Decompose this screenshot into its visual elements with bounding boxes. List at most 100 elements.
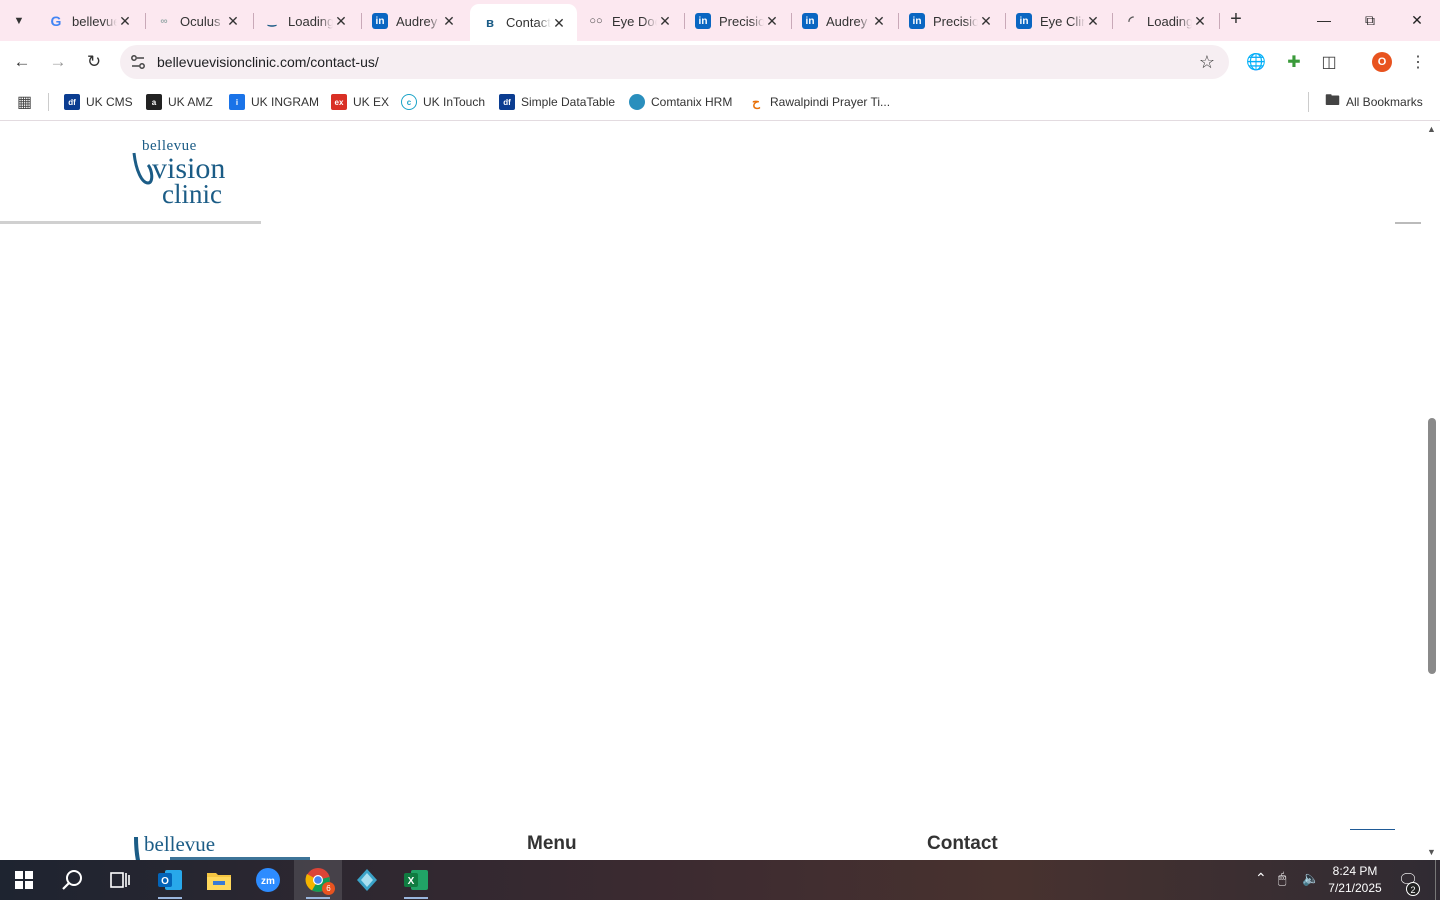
bookmark-star-icon[interactable]: ☆ [1199,52,1215,73]
minimize-button[interactable]: — [1301,0,1347,40]
close-icon[interactable]: ✕ [1192,13,1208,29]
system-clock[interactable]: 8:24 PM 7/21/2025 [1322,863,1388,897]
close-icon[interactable]: ✕ [657,13,673,29]
linkedin-icon: in [909,13,925,29]
tab-label: Audrey | LinkedIn [396,13,441,29]
app-icon [357,869,377,891]
bookmark-label: UK AMZ [168,95,213,109]
close-icon[interactable]: ✕ [441,13,457,29]
menu-toggle-line[interactable] [1395,222,1421,224]
close-icon[interactable]: ✕ [333,13,349,29]
close-icon[interactable]: ✕ [978,13,994,29]
tab-linkedin-audrey-2[interactable]: in Audrey | LinkedIn ✕ [790,6,897,36]
clock-date: 7/21/2025 [1328,881,1382,895]
arrow-left-icon: ← [13,52,31,71]
zoom-taskbar-button[interactable]: zm [244,860,292,900]
forward-button[interactable]: → [45,49,71,75]
chevron-up-icon[interactable]: ⌃ [1255,870,1267,887]
minimize-icon: — [1317,12,1331,28]
extension-puzzle-icon[interactable]: ✚ [1282,50,1306,74]
footer-accent-line [1350,829,1395,830]
footer-contact-heading: Contact [927,833,998,854]
bookmark-uk-cms[interactable]: df UK CMS [64,92,133,112]
start-button[interactable] [0,860,48,900]
zoom-icon: zm [256,868,280,892]
close-icon[interactable]: ✕ [1085,13,1101,29]
tab-contact-us[interactable]: в Contact Us ✕ [470,4,577,41]
scrollbar-thumb[interactable] [1428,418,1436,674]
scroll-down-arrow-icon[interactable]: ▼ [1427,847,1436,857]
tab-linkedin-precision[interactable]: in Precision | LinkedIn ✕ [683,6,790,36]
show-desktop-button[interactable] [1435,860,1436,900]
file-explorer-button[interactable] [195,860,243,900]
plus-icon: + [1230,8,1242,30]
bookmark-label: Rawalpindi Prayer Ti... [770,95,891,109]
arrow-right-icon: → [49,52,67,71]
comtanix-icon [629,94,645,110]
profile-avatar[interactable]: O [1372,52,1392,72]
tab-linkedin-audrey[interactable]: in Audrey | LinkedIn ✕ [360,6,467,36]
bookmark-uk-ex[interactable]: ex UK EX [331,92,389,112]
bookmark-label: UK INGRAM [251,95,320,109]
excel-icon: X [404,870,428,890]
bookmark-comtanix-hrm[interactable]: Comtanix HRM [629,92,732,112]
folder-icon: 🖿 [1325,91,1341,109]
tab-separator [1219,13,1220,29]
network-icon[interactable]: 🖱 [1278,870,1286,887]
tab-linkedin-precision-2[interactable]: in Precision | LinkedIn ✕ [897,6,1004,36]
tab-label: bellevue vision clinic - Google Search [72,13,117,29]
intouch-icon: c [401,94,417,110]
search-button[interactable] [48,860,96,900]
translate-icon[interactable]: 🌐 [1244,50,1268,74]
tab-google-search[interactable]: G bellevue vision clinic - Google Search… [36,6,143,36]
search-icon [62,870,82,890]
back-button[interactable]: ← [9,49,35,75]
reload-button[interactable]: ↻ [81,49,107,75]
bookmark-rawalpindi-prayer[interactable]: ح Rawalpindi Prayer Ti... [748,92,890,112]
tab-label: Eye Doctor [612,13,657,29]
tab-linkedin-eye-clinic[interactable]: in Eye Clinic | LinkedIn ✕ [1004,6,1111,36]
google-icon: G [50,13,62,29]
volume-muted-icon[interactable]: 🔈 [1302,870,1319,887]
new-tab-button[interactable]: + [1224,8,1248,32]
notification-count-badge: 2 [1406,882,1420,896]
bookmark-uk-intouch[interactable]: c UK InTouch [401,92,485,112]
address-bar[interactable]: bellevuevisionclinic.com/contact-us/ ☆ [120,45,1229,79]
excel-taskbar-button[interactable]: X [392,860,440,900]
close-icon[interactable]: ✕ [225,13,241,29]
chrome-taskbar-button[interactable]: 6 [294,860,342,900]
bookmark-simple-datatable[interactable]: df Simple DataTable [499,92,615,112]
bookmark-uk-ingram[interactable]: i UK INGRAM [229,92,319,112]
scroll-up-arrow-icon[interactable]: ▲ [1427,124,1436,134]
all-bookmarks-button[interactable]: 🖿 All Bookmarks [1325,92,1423,112]
close-icon: ✕ [1411,11,1423,28]
site-settings-icon[interactable] [129,53,147,71]
windows-start-icon [15,871,33,889]
close-icon[interactable]: ✕ [871,13,887,29]
url-text[interactable]: bellevuevisionclinic.com/contact-us/ [157,54,379,70]
kebab-menu-icon[interactable]: ⋮ [1406,50,1430,74]
close-icon[interactable]: ✕ [764,13,780,29]
tab-label: Loading... [288,13,333,29]
close-icon[interactable]: ✕ [117,13,133,29]
footer-logo[interactable]: bellevue [130,833,330,860]
app-taskbar-button[interactable] [343,860,391,900]
spinner-icon: ◜ [1128,13,1134,28]
extensions-icon[interactable]: ◫ [1317,50,1341,74]
tab-loading-2[interactable]: ◜ Loading... ✕ [1111,6,1218,36]
tab-search-button[interactable]: ▼ [6,8,32,34]
outlook-taskbar-button[interactable]: O [146,860,194,900]
bellevue-vision-clinic-logo[interactable]: bellevue vision clinic [130,135,265,207]
task-view-button[interactable] [96,860,144,900]
close-icon[interactable]: ✕ [551,15,567,31]
tab-oculus[interactable]: ∞ Oculus Optometry ✕ [144,6,251,36]
page-scrollbar[interactable]: ▲ ▼ [1424,121,1440,860]
task-view-icon [110,872,130,888]
tab-eye-doctor[interactable]: ○○ Eye Doctor ✕ [576,6,683,36]
close-window-button[interactable]: ✕ [1394,0,1440,40]
bookmark-uk-amz[interactable]: a UK AMZ [146,92,213,112]
bookmark-label: UK EX [353,95,390,109]
apps-grid-button[interactable]: ▦ [17,92,32,112]
restore-button[interactable]: ⧉ [1347,0,1393,40]
tab-loading[interactable]: ‿ Loading... ✕ [252,6,359,36]
